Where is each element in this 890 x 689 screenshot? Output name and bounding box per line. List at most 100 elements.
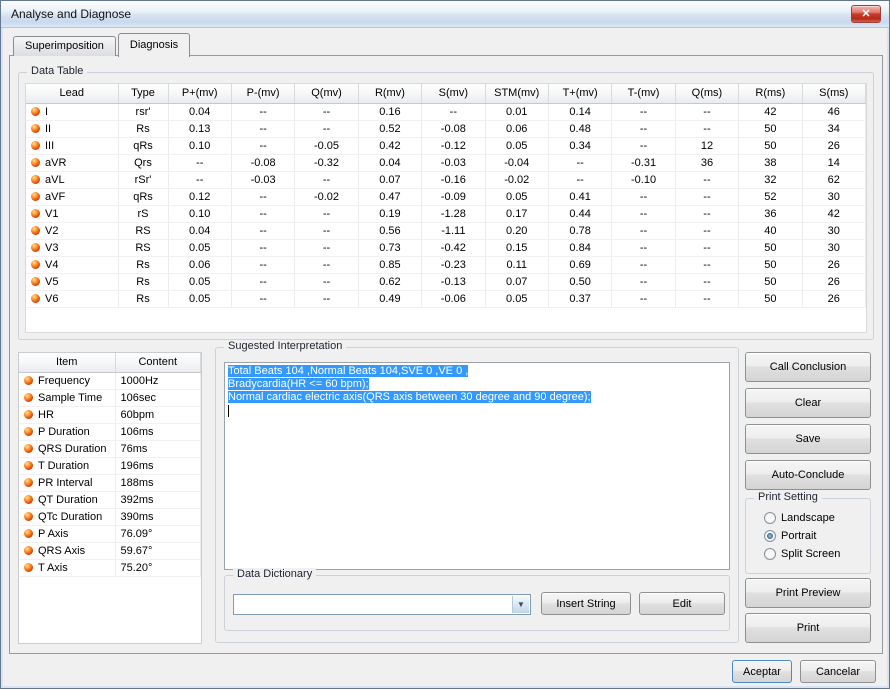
tab-diagnosis[interactable]: Diagnosis: [118, 33, 190, 57]
tab-superimposition[interactable]: Superimposition: [13, 36, 116, 56]
cell-s-ms: 26: [802, 137, 865, 154]
column-header[interactable]: Type: [118, 84, 168, 103]
item-label: P Duration: [38, 426, 90, 438]
lead-bullet-icon: [31, 294, 40, 303]
table-row[interactable]: I rsr' 0.04 -- -- 0.16 -- 0.01 0.14 -- -: [26, 103, 866, 120]
insert-string-button[interactable]: Insert String: [541, 592, 631, 615]
cell-stm: 0.05: [485, 290, 548, 307]
lead-label: aVR: [45, 157, 66, 169]
diagnosis-tab-page: Data Table LeadTypeP+(mv)P-(mv)Q(mv)R(mv…: [9, 55, 883, 654]
cell-r-ms: 52: [739, 188, 802, 205]
list-item[interactable]: QT Duration 392ms: [19, 491, 201, 508]
cancel-button[interactable]: Cancelar: [800, 660, 876, 683]
list-item[interactable]: HR 60bpm: [19, 406, 201, 423]
list-item[interactable]: T Axis 75.20°: [19, 559, 201, 576]
print-option[interactable]: Portrait: [764, 529, 816, 542]
interpretation-group-label: Sugested Interpretation: [224, 340, 346, 352]
column-header[interactable]: R(mv): [358, 84, 421, 103]
call-conclusion-button[interactable]: Call Conclusion: [745, 352, 871, 382]
table-row[interactable]: V1 rS 0.10 -- -- 0.19 -1.28 0.17 0.44 --: [26, 205, 866, 222]
cell-q-mv: --: [295, 120, 358, 137]
list-item[interactable]: T Duration 196ms: [19, 457, 201, 474]
table-row[interactable]: V2 RS 0.04 -- -- 0.56 -1.11 0.20 0.78 --: [26, 222, 866, 239]
cell-s-mv: -0.08: [422, 120, 485, 137]
table-row[interactable]: II Rs 0.13 -- -- 0.52 -0.08 0.06 0.48 --: [26, 120, 866, 137]
lead-label: V3: [45, 242, 58, 254]
close-icon: ✕: [861, 8, 870, 20]
lead-label: aVF: [45, 191, 65, 203]
column-header[interactable]: S(mv): [422, 84, 485, 103]
list-item[interactable]: PR Interval 188ms: [19, 474, 201, 491]
lead-label: II: [45, 123, 51, 135]
auto-conclude-button[interactable]: Auto-Conclude: [745, 460, 871, 490]
column-header[interactable]: Item: [19, 353, 115, 372]
print-preview-button[interactable]: Print Preview: [745, 578, 871, 608]
edit-button[interactable]: Edit: [639, 592, 725, 615]
list-item[interactable]: P Duration 106ms: [19, 423, 201, 440]
cell-r-ms: 50: [739, 256, 802, 273]
cell-p-minus: --: [231, 290, 294, 307]
accept-button[interactable]: Aceptar: [732, 660, 792, 683]
list-item[interactable]: QTc Duration 390ms: [19, 508, 201, 525]
print-button[interactable]: Print: [745, 613, 871, 643]
column-header[interactable]: STM(mv): [485, 84, 548, 103]
item-bullet-icon: [24, 427, 33, 436]
cell-r-mv: 0.16: [358, 103, 421, 120]
cell-s-ms: 26: [802, 256, 865, 273]
table-row[interactable]: aVL rSr' -- -0.03 -- 0.07 -0.16 -0.02 --…: [26, 171, 866, 188]
table-row[interactable]: III qRs 0.10 -- -0.05 0.42 -0.12 0.05 0.…: [26, 137, 866, 154]
titlebar[interactable]: Analyse and Diagnose ✕: [1, 1, 889, 28]
radio-icon[interactable]: [764, 530, 776, 542]
cell-r-mv: 0.07: [358, 171, 421, 188]
item-label: P Axis: [38, 528, 68, 540]
print-option[interactable]: Split Screen: [764, 547, 840, 560]
cell-type: rsr': [118, 103, 168, 120]
column-header[interactable]: S(ms): [802, 84, 865, 103]
cell-p-plus: 0.10: [168, 205, 231, 222]
column-header[interactable]: P-(mv): [231, 84, 294, 103]
list-item[interactable]: QRS Duration 76ms: [19, 440, 201, 457]
column-header[interactable]: Content: [115, 353, 201, 372]
radio-icon[interactable]: [764, 512, 776, 524]
combobox-dropdown-button[interactable]: ▼: [512, 596, 529, 613]
table-row[interactable]: V4 Rs 0.06 -- -- 0.85 -0.23 0.11 0.69 --: [26, 256, 866, 273]
print-option[interactable]: Landscape: [764, 511, 835, 524]
radio-label: Split Screen: [781, 548, 840, 560]
cell-type: qRs: [118, 188, 168, 205]
cell-r-mv: 0.42: [358, 137, 421, 154]
column-header[interactable]: R(ms): [739, 84, 802, 103]
column-header[interactable]: Lead: [26, 84, 118, 103]
column-header[interactable]: T+(mv): [548, 84, 611, 103]
column-header[interactable]: Q(mv): [295, 84, 358, 103]
interpretation-textbox[interactable]: Total Beats 104 ,Normal Beats 104,SVE 0 …: [224, 362, 730, 570]
cell-stm: 0.11: [485, 256, 548, 273]
cell-s-ms: 26: [802, 290, 865, 307]
cell-r-mv: 0.49: [358, 290, 421, 307]
cell-t-plus: 0.37: [548, 290, 611, 307]
save-button[interactable]: Save: [745, 424, 871, 454]
list-item[interactable]: P Axis 76.09°: [19, 525, 201, 542]
cell-p-plus: 0.04: [168, 222, 231, 239]
lead-bullet-icon: [31, 226, 40, 235]
table-row[interactable]: aVR Qrs -- -0.08 -0.32 0.04 -0.03 -0.04 …: [26, 154, 866, 171]
column-header[interactable]: T-(mv): [612, 84, 675, 103]
table-row[interactable]: V3 RS 0.05 -- -- 0.73 -0.42 0.15 0.84 --: [26, 239, 866, 256]
cell-s-mv: --: [422, 103, 485, 120]
close-button[interactable]: ✕: [851, 5, 881, 23]
clear-button[interactable]: Clear: [745, 388, 871, 418]
list-item[interactable]: QRS Axis 59.67°: [19, 542, 201, 559]
lead-bullet-icon: [31, 141, 40, 150]
column-header[interactable]: Q(ms): [675, 84, 738, 103]
item-bullet-icon: [24, 393, 33, 402]
table-row[interactable]: V5 Rs 0.05 -- -- 0.62 -0.13 0.07 0.50 --: [26, 273, 866, 290]
list-item[interactable]: Sample Time 106sec: [19, 389, 201, 406]
list-item[interactable]: Frequency 1000Hz: [19, 372, 201, 389]
item-label: PR Interval: [38, 477, 92, 489]
cell-r-ms: 36: [739, 205, 802, 222]
column-header[interactable]: P+(mv): [168, 84, 231, 103]
table-row[interactable]: aVF qRs 0.12 -- -0.02 0.47 -0.09 0.05 0.…: [26, 188, 866, 205]
table-row[interactable]: V6 Rs 0.05 -- -- 0.49 -0.06 0.05 0.37 --: [26, 290, 866, 307]
print-setting-group: Print Setting Landscape Portrait Spl: [745, 498, 871, 574]
dictionary-combobox[interactable]: ▼: [233, 594, 531, 615]
radio-icon[interactable]: [764, 548, 776, 560]
